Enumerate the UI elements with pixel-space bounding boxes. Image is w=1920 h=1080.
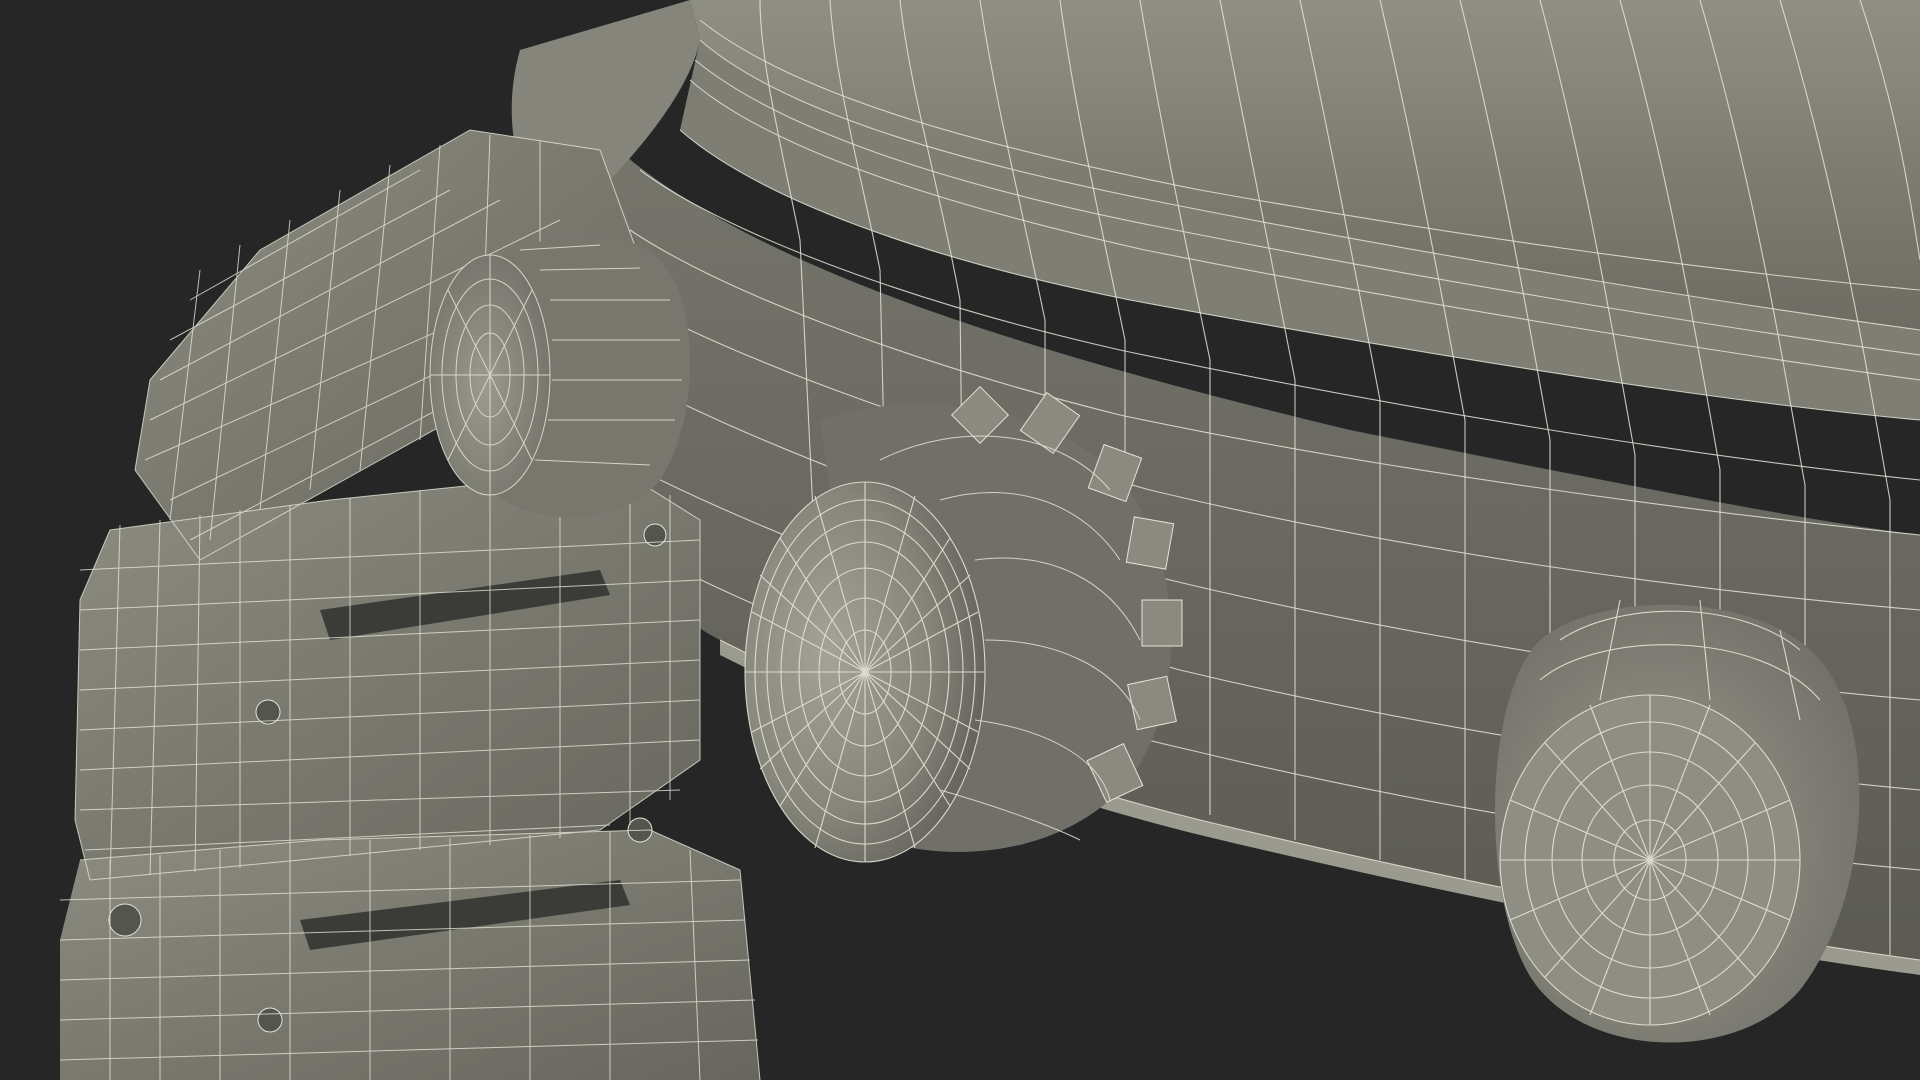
upper-pusher <box>429 235 690 518</box>
wireframe-scene <box>59 0 1920 1080</box>
link-pin <box>257 1007 283 1033</box>
crown-wire <box>744 481 986 863</box>
link-pin <box>108 903 142 937</box>
lower-pusher <box>1495 599 1860 1043</box>
render-viewport <box>0 0 1920 1080</box>
